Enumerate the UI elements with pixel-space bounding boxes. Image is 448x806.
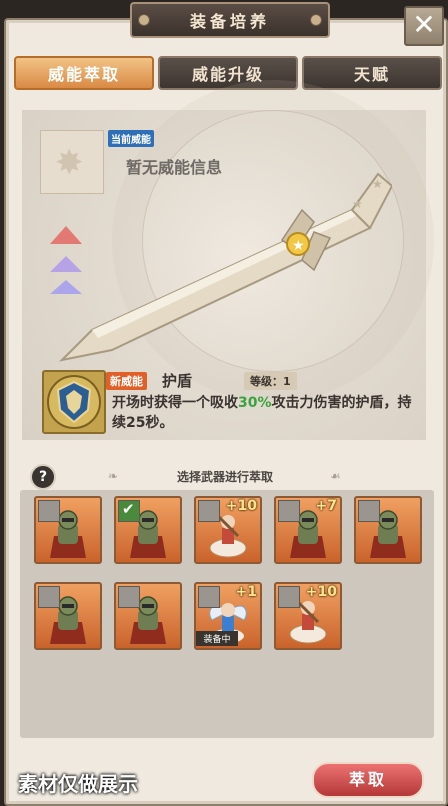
weapon-slot[interactable] bbox=[34, 582, 102, 650]
weapon-slot[interactable]: +10 bbox=[274, 582, 342, 650]
ornament-right-icon: ☙ bbox=[330, 469, 341, 483]
checkbox-icon[interactable] bbox=[278, 500, 300, 522]
enhance-level: +10 bbox=[225, 498, 257, 514]
help-button[interactable]: ? bbox=[30, 464, 56, 490]
weapon-slot[interactable] bbox=[34, 496, 102, 564]
ornament-left-icon: ❧ bbox=[108, 469, 119, 483]
sword-image: ★ ★ ★ bbox=[58, 172, 392, 362]
close-icon: ✕ bbox=[412, 8, 436, 41]
checkbox-icon[interactable] bbox=[38, 586, 60, 608]
checkbox-icon[interactable] bbox=[118, 586, 140, 608]
weapon-slot[interactable] bbox=[354, 496, 422, 564]
tab-label: 天赋 bbox=[353, 65, 390, 84]
enhance-level: +7 bbox=[315, 498, 337, 514]
svg-text:★: ★ bbox=[372, 177, 383, 191]
tab-power-upgrade[interactable]: 威能升级 bbox=[158, 56, 298, 90]
weapon-slot[interactable] bbox=[114, 496, 182, 564]
weapon-slot[interactable] bbox=[114, 582, 182, 650]
weapon-grid: +10 +7 +1 装备中 +10 bbox=[20, 490, 434, 738]
tab-label: 威能萃取 bbox=[47, 65, 120, 84]
checkbox-icon[interactable] bbox=[38, 500, 60, 522]
selection-label: 选择武器进行萃取 bbox=[176, 470, 273, 484]
weapon-preview: ✸ 当前威能 暂无威能信息 ★ ★ ★ 新威能 护盾 等级：1 开场时获得一个吸… bbox=[22, 110, 426, 440]
tab-talent[interactable]: 天赋 bbox=[302, 56, 442, 90]
checkbox-icon[interactable] bbox=[358, 500, 380, 522]
title-stud-right bbox=[310, 14, 322, 26]
question-icon: ? bbox=[38, 469, 48, 485]
tab-label: 威能升级 bbox=[191, 65, 264, 84]
new-power-tag: 新威能 bbox=[106, 372, 147, 390]
svg-text:★: ★ bbox=[352, 197, 363, 211]
close-button[interactable]: ✕ bbox=[404, 6, 444, 46]
checkbox-icon[interactable] bbox=[278, 586, 300, 608]
extract-label: 萃取 bbox=[348, 770, 387, 789]
svg-text:★: ★ bbox=[292, 238, 305, 254]
shield-icon[interactable] bbox=[42, 370, 106, 434]
enhance-level: +10 bbox=[305, 584, 337, 600]
equipped-badge: 装备中 bbox=[196, 631, 238, 646]
title-bar: 装备培养 bbox=[130, 2, 330, 38]
desc-highlight: 30% bbox=[238, 395, 272, 411]
weapon-slot[interactable]: +1 装备中 bbox=[194, 582, 262, 650]
checked-checkbox-icon[interactable] bbox=[118, 500, 140, 522]
tab-power-extract[interactable]: 威能萃取 bbox=[14, 56, 154, 90]
page-title: 装备培养 bbox=[189, 12, 270, 31]
weapon-slot[interactable]: +10 bbox=[194, 496, 262, 564]
checkbox-icon[interactable] bbox=[198, 500, 220, 522]
skill-level: 等级：1 bbox=[244, 372, 297, 390]
weapon-slot[interactable]: +7 bbox=[274, 496, 342, 564]
extract-button[interactable]: 萃取 bbox=[312, 762, 424, 798]
skill-name: 护盾 bbox=[162, 372, 193, 390]
skill-description: 开场时获得一个吸收30%攻击力伤害的护盾，持续25秒。 bbox=[112, 393, 420, 433]
title-stud-left bbox=[138, 14, 150, 26]
watermark-text: 素材仅做展示 bbox=[18, 772, 138, 796]
tab-bar: 威能萃取 威能升级 天赋 bbox=[14, 56, 442, 90]
desc-text: 开场时获得一个吸收 bbox=[112, 395, 238, 411]
checkbox-icon[interactable] bbox=[198, 586, 220, 608]
current-power-tag: 当前威能 bbox=[108, 130, 154, 147]
enhance-level: +1 bbox=[235, 584, 257, 600]
